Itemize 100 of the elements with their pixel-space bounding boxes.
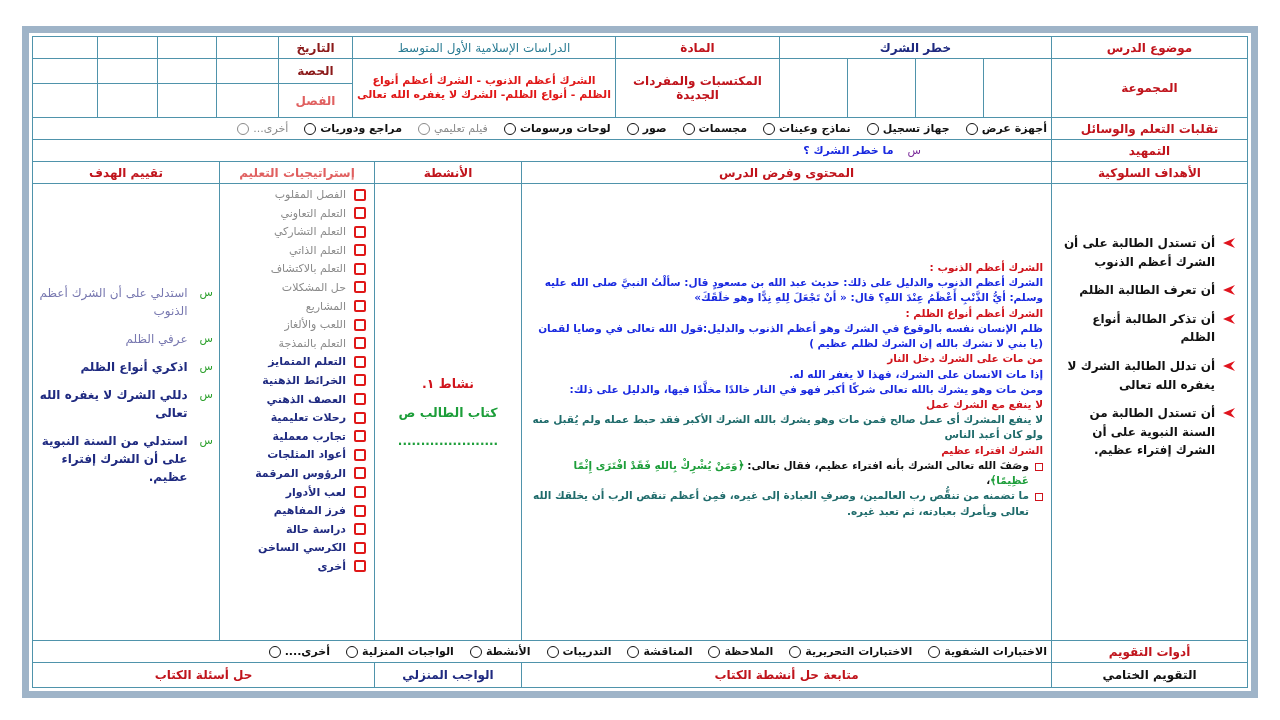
strategy-label: لعب الأدوار bbox=[285, 485, 346, 499]
checkbox[interactable] bbox=[354, 262, 366, 275]
column-heading: إستراتيجيات التعليم bbox=[220, 162, 374, 183]
strategy-label: المشاريع bbox=[305, 299, 346, 313]
checkbox[interactable] bbox=[354, 244, 366, 257]
section-heading: من مات على الشرك دخل النار bbox=[885, 351, 1043, 367]
section-heading: الشرك أعظم أنواع الظلم : bbox=[904, 305, 1043, 321]
fill-in-line: ...................... bbox=[397, 434, 499, 448]
resource-option: نماذج وعينات bbox=[779, 122, 851, 135]
checkbox[interactable] bbox=[354, 486, 366, 498]
checkbox[interactable] bbox=[354, 448, 366, 461]
class-label: الفصل bbox=[279, 84, 352, 117]
square-bullet-icon bbox=[1035, 493, 1043, 502]
question-marker: س bbox=[907, 144, 921, 157]
column-heading: المحتوى وفرض الدرس bbox=[522, 162, 1051, 183]
assessment-question: عرفي الظلم bbox=[125, 331, 188, 348]
checkbox[interactable] bbox=[354, 337, 366, 350]
strategy-label: الخرائط الذهنية bbox=[262, 373, 346, 387]
checkbox[interactable] bbox=[354, 411, 366, 424]
checkbox[interactable] bbox=[354, 355, 366, 368]
group-label: المجموعة bbox=[1052, 59, 1247, 117]
content-paragraph: لا ينفع المشرك أى عمل صالح فمن مات وهو يشرك بالله الشرك الأكبر فقد حبط عمله ولم يُقبل منه ولو كان أعبد الناس bbox=[531, 412, 1043, 443]
evaluation-option: أخرى.... bbox=[284, 645, 330, 658]
evaluation-tools-label: أدوات التقويم bbox=[1052, 641, 1247, 662]
objective-text: أن تعرف الطالبة الظلم bbox=[1079, 281, 1215, 300]
date-label: التاريخ bbox=[279, 37, 352, 58]
strategy-label: التعلم بالنمذجة bbox=[278, 336, 346, 350]
resource-option: جهاز تسجيل bbox=[882, 122, 950, 135]
vocabulary-label: المكتسبات والمفردات الجديدة bbox=[616, 59, 779, 117]
question-marker: س bbox=[199, 286, 213, 299]
resource-option: فيلم تعليمي bbox=[434, 122, 488, 135]
question-marker: س bbox=[199, 360, 213, 373]
evaluation-option: المناقشة bbox=[643, 645, 693, 658]
checkbox[interactable] bbox=[354, 467, 366, 480]
strategy-label: اللعب والألغاز bbox=[284, 318, 346, 332]
strategy-label: الفصل المقلوب bbox=[274, 188, 346, 201]
bullet-text: وصَفَ الله تعالى الشرك بأنه افتراء عظيم، فقال تعالى: ﴿وَمَنْ يُشْرِكْ بِاللهِ فَقَدْ افْتَرَى إِثْمًا عَظِيمًا﴾، bbox=[572, 457, 1029, 487]
checkbox[interactable] bbox=[354, 281, 366, 294]
arrowhead-icon bbox=[1223, 285, 1235, 296]
section-heading: لا ينفع مع الشرك عمل bbox=[924, 396, 1043, 412]
strategy-label: التعلم التعاوني bbox=[280, 206, 346, 220]
evaluation-option: الواجبات المنزلية bbox=[361, 645, 454, 658]
objective-text: أن تستدل الطالبة على أن الشرك أعظم الذنوب bbox=[1062, 234, 1215, 272]
checkbox[interactable] bbox=[354, 393, 366, 406]
resource-option: صور bbox=[642, 122, 667, 135]
final-evaluation-label: التقويم الختامي bbox=[1052, 663, 1247, 687]
evaluation-option: الأنشطة bbox=[485, 645, 531, 658]
checkbox[interactable] bbox=[354, 207, 366, 220]
evaluation-option: الاختبارات الشفوية bbox=[944, 645, 1047, 658]
checkbox[interactable] bbox=[354, 430, 366, 443]
homework-text: حل أسئلة الكتاب bbox=[33, 663, 374, 687]
evaluation-option: التدريبات bbox=[562, 645, 612, 658]
checkbox[interactable] bbox=[354, 225, 366, 238]
strategy-label: أخرى bbox=[317, 559, 346, 573]
follow-up-text: متابعة حل أنشطة الكتاب bbox=[522, 663, 1051, 687]
question-marker: س bbox=[199, 434, 213, 447]
subject-name: الدراسات الإسلامية الأول المتوسط bbox=[353, 37, 615, 58]
resource-option: أجهزة عرض bbox=[981, 122, 1047, 135]
warm-up-label: التمهيد bbox=[1052, 140, 1247, 161]
assessment-question: دللي الشرك لا يغفره الله تعالى bbox=[39, 387, 188, 422]
checkbox[interactable] bbox=[354, 523, 366, 536]
strategy-label: التعلم التشاركي bbox=[273, 225, 346, 239]
checkbox[interactable] bbox=[354, 374, 366, 387]
objective-text: أن تذكر الطالبة أنواع الظلم bbox=[1091, 310, 1215, 347]
assessment-question: استدلي على أن الشرك أعظم الذنوب bbox=[39, 284, 188, 320]
resource-option: لوحات ورسومات bbox=[519, 122, 611, 135]
strategy-label: التعلم المتمايز bbox=[268, 355, 346, 369]
arrowhead-icon bbox=[1223, 360, 1235, 371]
lesson-topic-label: موضوع الدرس bbox=[1052, 37, 1247, 58]
arrowhead-icon bbox=[1223, 313, 1235, 324]
strategy-label: حل المشكلات bbox=[281, 280, 346, 294]
checkbox[interactable] bbox=[354, 504, 366, 517]
strategy-label: أعواد المثلجات bbox=[267, 448, 346, 462]
strategy-label: العصف الذهني bbox=[266, 392, 346, 406]
checkbox[interactable] bbox=[354, 300, 366, 313]
objective-text: أن تدلل الطالبة الشرك لا يغفره الله تعالى bbox=[1066, 357, 1215, 394]
strategy-label: رحلات تعليمية bbox=[270, 411, 346, 425]
strategy-label: الرؤوس المرقمة bbox=[255, 466, 346, 480]
question-marker: س bbox=[199, 332, 213, 345]
arrowhead-icon bbox=[1223, 238, 1235, 248]
content-paragraph: ومن مات وهو يشرك بالله تعالى شركًا أكبر فهو في النار خالدًا مخلَّدًا فيها، والدليل على ذلك: bbox=[568, 381, 1043, 397]
evaluation-option: الاختبارات التحريرية bbox=[805, 645, 913, 658]
checkbox[interactable] bbox=[354, 318, 366, 331]
strategy-label: تجارب معملية bbox=[272, 429, 346, 443]
evaluation-option: الملاحظة bbox=[724, 645, 774, 658]
content-paragraph: إذا مات الانسان على الشرك، فهذا لا يغفر الله له. bbox=[788, 366, 1043, 382]
strategy-label: التعلم الذاتي bbox=[289, 243, 346, 257]
resource-option: أخرى... bbox=[253, 122, 289, 135]
section-heading: الشرك أعظم الذنوب : bbox=[928, 260, 1043, 275]
strategy-label: التعلم بالاكتشاف bbox=[270, 262, 346, 276]
checkbox[interactable] bbox=[354, 188, 366, 201]
content-paragraph: ظلم الإنسان نفسه بالوقوع في الشرك وهو أعظم الذنوب والدليل:قول الله تعالى في وصايا لقمان (يا بني لا تشرك بالله إن الشرك لظلم عظيم ) bbox=[537, 320, 1043, 352]
lesson-topic: خطر الشرك bbox=[780, 37, 1051, 58]
question-marker: س bbox=[199, 388, 213, 401]
checkbox[interactable] bbox=[354, 541, 366, 554]
checkbox[interactable] bbox=[354, 560, 366, 573]
period-label: الحصة bbox=[279, 59, 352, 83]
book-reference: كتاب الطالب ص bbox=[398, 405, 498, 420]
warm-up-question: ما خطر الشرك ؟ bbox=[803, 144, 894, 157]
activity-title: نشاط ١. bbox=[422, 376, 474, 391]
